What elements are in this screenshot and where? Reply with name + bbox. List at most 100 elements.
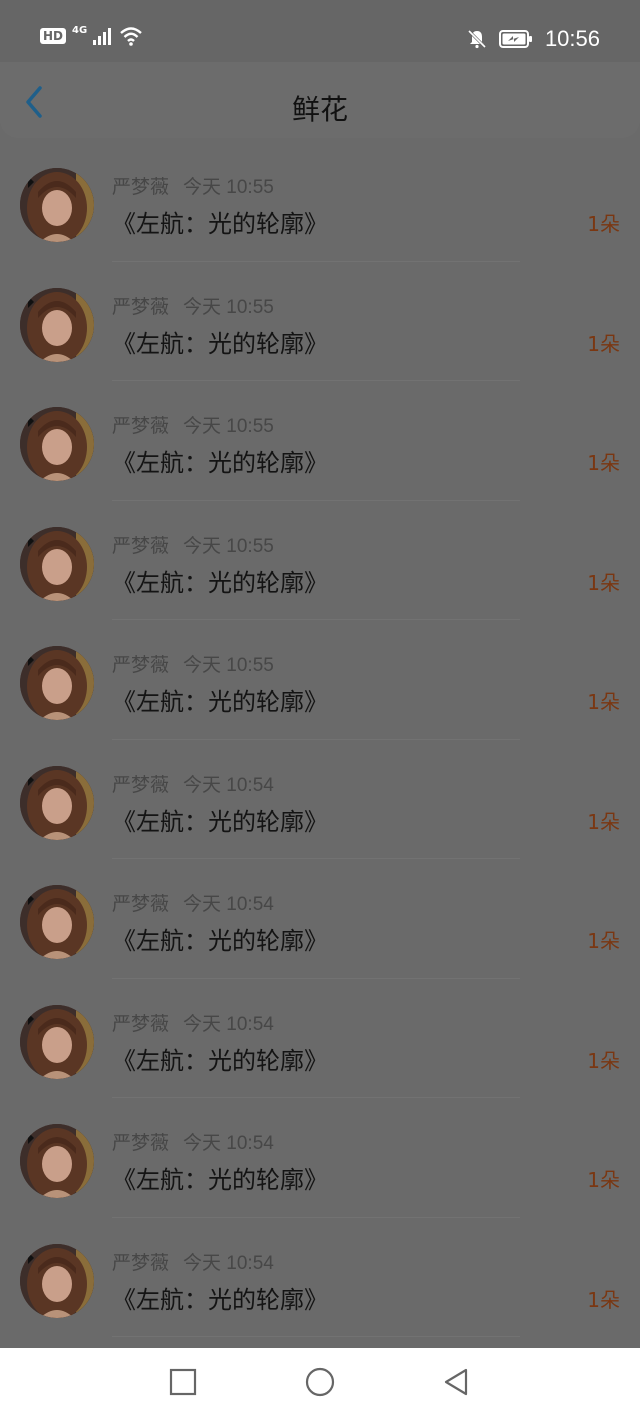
record-time: 今天 10:55: [183, 177, 274, 198]
record-meta: 严梦薇 今天 10:55: [112, 172, 274, 199]
avatar[interactable]: [20, 1124, 94, 1198]
sender-name: 严梦薇: [112, 1251, 170, 1274]
signal-icon: [93, 28, 112, 45]
record-time: 今天 10:54: [183, 1013, 274, 1035]
record-meta: 严梦薇 今天 10:55: [112, 650, 274, 677]
record-time: 今天 10:54: [183, 1133, 274, 1154]
book-title[interactable]: 《左航：光的轮廓》: [112, 324, 328, 359]
flower-record-list[interactable]: 严梦薇 今天 10:55 《左航：光的轮廓》 1朵 严梦薇 今天 10:55 《左航…: [0, 142, 640, 1337]
user-avatar-image: [20, 287, 94, 362]
app-header: 鲜花: [0, 62, 640, 138]
flower-record-item[interactable]: 严梦薇 今天 10:54 《左航：光的轮廓》 1朵: [0, 979, 640, 1098]
record-meta: 严梦薇 今天 10:55: [112, 292, 274, 319]
wifi-icon: [120, 27, 142, 46]
flower-record-item[interactable]: 严梦薇 今天 10:54 《左航：光的轮廓》 1朵: [0, 740, 640, 859]
status-left: HD 4G: [40, 24, 143, 46]
user-avatar-image: [20, 407, 94, 481]
hd-badge: HD: [40, 28, 67, 44]
record-meta: 严梦薇 今天 10:54: [112, 1009, 274, 1036]
flower-count: 1朵: [587, 929, 620, 953]
user-avatar-image: [20, 765, 94, 840]
sender-name: 严梦薇: [112, 773, 170, 796]
circle-icon: [305, 1367, 335, 1397]
book-title[interactable]: 《左航：光的轮廓》: [112, 682, 328, 717]
system-back-button[interactable]: [440, 1366, 472, 1398]
user-avatar-image: [20, 1243, 94, 1318]
bell-muted-icon: [467, 29, 486, 49]
avatar[interactable]: [20, 646, 94, 720]
flower-record-item[interactable]: 严梦薇 今天 10:55 《左航：光的轮廓》 1朵: [0, 262, 640, 381]
avatar[interactable]: [20, 765, 94, 840]
sender-name: 严梦薇: [112, 1132, 170, 1154]
sender-name: 严梦薇: [112, 893, 170, 915]
page-title: 鲜花: [291, 93, 348, 126]
book-title[interactable]: 《左航：光的轮廓》: [112, 1160, 328, 1195]
record-meta: 严梦薇 今天 10:55: [112, 531, 274, 558]
record-meta: 严梦薇 今天 10:54: [112, 1248, 274, 1275]
flower-record-item[interactable]: 严梦薇 今天 10:54 《左航：光的轮廓》 1朵: [0, 859, 640, 979]
record-meta: 严梦薇 今天 10:54: [112, 889, 274, 916]
flower-record-item[interactable]: 严梦薇 今天 10:55 《左航：光的轮廓》 1朵: [0, 501, 640, 620]
user-avatar-image: [20, 885, 94, 959]
record-time: 今天 10:54: [183, 1252, 274, 1274]
sender-name: 严梦薇: [112, 176, 170, 198]
flower-record-item[interactable]: 严梦薇 今天 10:54 《左航：光的轮廓》 1朵: [0, 1098, 640, 1218]
flower-count: 1朵: [587, 212, 620, 236]
battery-charging-icon: [498, 30, 532, 48]
book-title[interactable]: 《左航：光的轮廓》: [112, 443, 328, 478]
flower-record-item[interactable]: 严梦薇 今天 10:55 《左航：光的轮廓》 1朵: [0, 620, 640, 740]
avatar[interactable]: [20, 1243, 94, 1318]
record-time: 今天 10:55: [183, 416, 274, 437]
record-time: 今天 10:54: [183, 894, 274, 915]
flower-count: 1朵: [587, 690, 620, 714]
sender-name: 严梦薇: [112, 415, 170, 437]
user-avatar-image: [20, 1004, 94, 1079]
flower-count: 1朵: [587, 451, 620, 475]
flower-record-item[interactable]: 严梦薇 今天 10:55 《左航：光的轮廓》 1朵: [0, 142, 640, 262]
avatar[interactable]: [20, 287, 94, 362]
avatar[interactable]: [20, 407, 94, 481]
network-type: 4G: [72, 24, 88, 36]
book-title[interactable]: 《左航：光的轮廓》: [112, 802, 328, 837]
book-title[interactable]: 《左航：光的轮廓》: [112, 1041, 328, 1076]
sender-name: 严梦薇: [112, 534, 170, 557]
flower-count: 1朵: [587, 809, 620, 834]
flower-count: 1朵: [587, 331, 620, 356]
triangle-back-icon: [444, 1368, 468, 1396]
system-navigation-bar: [0, 1348, 640, 1415]
divider: [112, 1336, 520, 1337]
flower-count: 1朵: [587, 570, 620, 595]
flower-count: 1朵: [587, 1048, 620, 1073]
flower-count: 1朵: [587, 1168, 620, 1192]
sender-name: 严梦薇: [112, 1012, 170, 1035]
record-time: 今天 10:55: [183, 655, 274, 676]
record-meta: 严梦薇 今天 10:55: [112, 411, 274, 438]
book-title[interactable]: 《左航：光的轮廓》: [112, 921, 328, 956]
status-time: 10:56: [544, 26, 600, 51]
user-avatar-image: [20, 526, 94, 601]
avatar[interactable]: [20, 526, 94, 601]
record-meta: 严梦薇 今天 10:54: [112, 770, 274, 797]
book-title[interactable]: 《左航：光的轮廓》: [112, 204, 328, 239]
recent-apps-button[interactable]: [167, 1366, 199, 1398]
book-title[interactable]: 《左航：光的轮廓》: [112, 563, 328, 598]
square-icon: [169, 1368, 197, 1396]
record-time: 今天 10:55: [183, 296, 274, 318]
avatar[interactable]: [20, 1004, 94, 1079]
avatar[interactable]: [20, 885, 94, 959]
status-right: 10:56: [467, 26, 600, 52]
avatar[interactable]: [20, 168, 94, 242]
record-time: 今天 10:54: [183, 774, 274, 796]
record-meta: 严梦薇 今天 10:54: [112, 1128, 274, 1155]
flower-record-item[interactable]: 严梦薇 今天 10:55 《左航：光的轮廓》 1朵: [0, 381, 640, 501]
user-avatar-image: [20, 168, 94, 242]
sender-name: 严梦薇: [112, 654, 170, 676]
flower-record-item[interactable]: 严梦薇 今天 10:54 《左航：光的轮廓》 1朵: [0, 1218, 640, 1337]
home-button[interactable]: [304, 1366, 336, 1398]
flower-count: 1朵: [587, 1287, 620, 1312]
sender-name: 严梦薇: [112, 295, 170, 318]
user-avatar-image: [20, 646, 94, 720]
book-title[interactable]: 《左航：光的轮廓》: [112, 1280, 328, 1315]
record-time: 今天 10:55: [183, 535, 274, 557]
user-avatar-image: [20, 1124, 94, 1198]
